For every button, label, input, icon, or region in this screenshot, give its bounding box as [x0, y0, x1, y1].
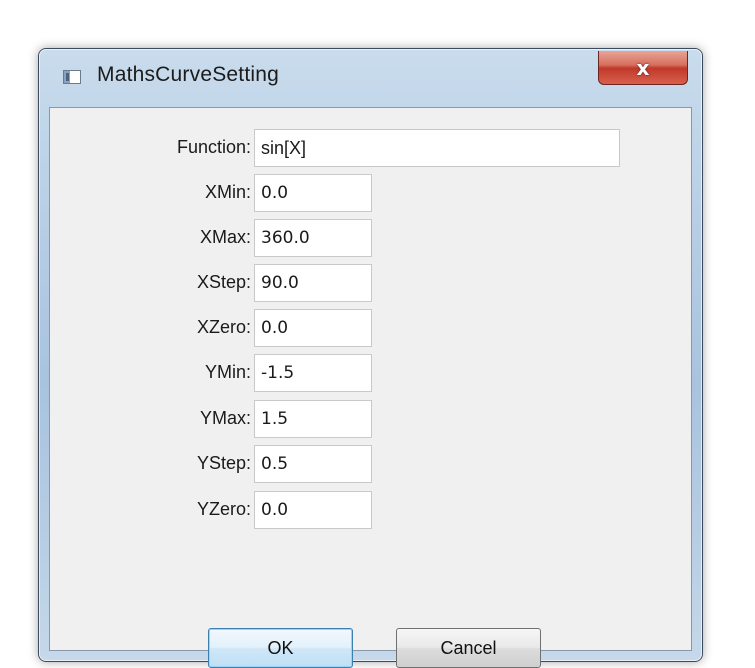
dialog-window: MathsCurveSetting x Function: XMin: XMax…	[38, 48, 703, 668]
form-row-function: Function:	[50, 129, 691, 167]
form-row-xstep: XStep:	[50, 264, 691, 302]
form-row-ymin: YMin:	[50, 354, 691, 392]
form-row-xmax: XMax:	[50, 219, 691, 257]
ok-button[interactable]: OK	[208, 628, 353, 668]
ymax-label: YMax:	[199, 408, 251, 428]
xzero-input[interactable]	[254, 309, 372, 347]
xstep-label: XStep:	[196, 272, 251, 292]
ystep-input[interactable]	[254, 445, 372, 483]
ymin-label: YMin:	[204, 362, 251, 382]
xmin-input[interactable]	[254, 174, 372, 212]
xmax-input[interactable]	[254, 219, 372, 257]
form-row-xmin: XMin:	[50, 174, 691, 212]
form-row-ymax: YMax:	[50, 400, 691, 438]
xmax-label: XMax:	[199, 227, 251, 247]
xstep-input[interactable]	[254, 264, 372, 302]
close-button[interactable]: x	[598, 51, 688, 85]
yzero-input[interactable]	[254, 491, 372, 529]
close-icon: x	[636, 55, 650, 80]
cancel-button[interactable]: Cancel	[396, 628, 541, 668]
window-icon	[63, 70, 81, 84]
form-row-xzero: XZero:	[50, 309, 691, 347]
yzero-label: YZero:	[196, 499, 251, 519]
window-title: MathsCurveSetting	[97, 63, 279, 86]
form-row-ystep: YStep:	[50, 445, 691, 483]
ystep-label: YStep:	[196, 453, 251, 473]
function-label: Function:	[176, 137, 251, 157]
xzero-label: XZero:	[196, 317, 251, 337]
ymin-input[interactable]	[254, 354, 372, 392]
dialog-client-area: Function: XMin: XMax: XStep: XZero: YMin…	[49, 107, 692, 668]
function-input[interactable]	[254, 129, 620, 167]
form-row-yzero: YZero:	[50, 491, 691, 529]
xmin-label: XMin:	[204, 182, 251, 202]
ymax-input[interactable]	[254, 400, 372, 438]
